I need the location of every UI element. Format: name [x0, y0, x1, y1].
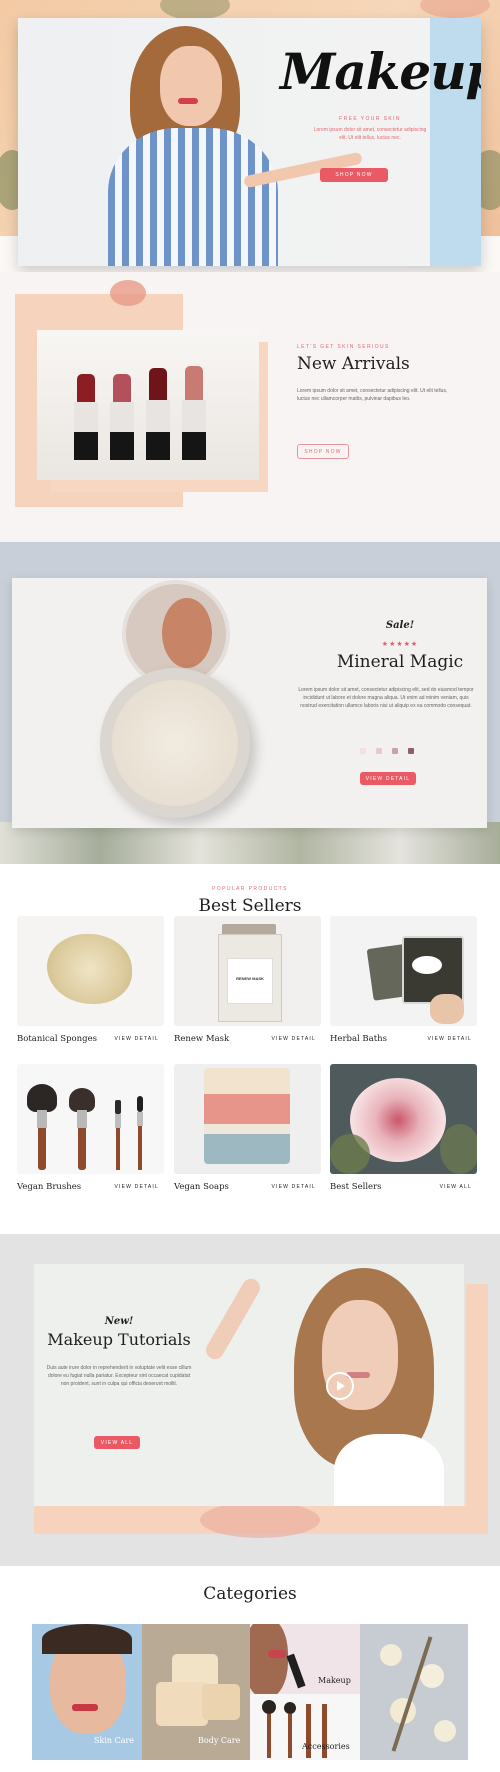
color-swatches: [360, 748, 414, 754]
view-detail-link[interactable]: VIEW DETAIL: [427, 1036, 472, 1042]
category-label: Makeup: [318, 1676, 351, 1685]
brushes-image: [17, 1064, 164, 1174]
star-rating: ★★★★★: [381, 641, 419, 648]
jar-label: RENEW MASK: [227, 958, 273, 1004]
mask-jar-image: RENEW MASK: [174, 916, 321, 1026]
mineral-floral-decoration: [0, 822, 500, 864]
mineral-card: Sale! ★★★★★ Mineral Magic Lorem ipsum do…: [12, 578, 487, 828]
view-detail-link[interactable]: VIEW DETAIL: [114, 1036, 159, 1042]
hero-section: Makeup FREE YOUR SKIN Lorem ipsum dolor …: [0, 0, 500, 272]
bestsellers-section: POPULAR PRODUCTS Best Sellers Botanical …: [0, 864, 500, 1234]
view-detail-link[interactable]: VIEW DETAIL: [114, 1184, 159, 1190]
category-tile-flowers[interactable]: [360, 1624, 468, 1760]
compact-image: [82, 578, 272, 828]
arrivals-shop-button[interactable]: SHOP NOW: [297, 444, 349, 459]
product-name: Vegan Brushes: [17, 1182, 82, 1192]
hero-shop-button[interactable]: SHOP NOW: [320, 168, 388, 182]
peony-image: [330, 1064, 477, 1174]
mineral-section: Sale! ★★★★★ Mineral Magic Lorem ipsum do…: [0, 542, 500, 864]
mineral-title: Mineral Magic: [336, 652, 464, 672]
product-name: Best Sellers: [330, 1182, 382, 1192]
lipstick-image: [37, 330, 259, 480]
category-label: Accessories: [302, 1742, 350, 1751]
category-label: Skin Care: [94, 1736, 135, 1745]
product-card-botanical-sponges[interactable]: Botanical Sponges VIEW DETAIL: [17, 916, 167, 1051]
swatch-4[interactable]: [408, 748, 414, 754]
category-tile-makeup[interactable]: Makeup: [250, 1624, 360, 1694]
tutorials-peach-side: [466, 1284, 488, 1506]
product-card-best-sellers[interactable]: Best Sellers VIEW ALL: [330, 1064, 480, 1199]
categories-section: Categories Skin Care Body Care Makeup Ac…: [0, 1566, 500, 1772]
bestsellers-eyebrow: POPULAR PRODUCTS: [212, 886, 288, 892]
product-card-vegan-brushes[interactable]: Vegan Brushes VIEW DETAIL: [17, 1064, 167, 1199]
product-card-herbal-baths[interactable]: Herbal Baths VIEW DETAIL: [330, 916, 480, 1051]
swatch-1[interactable]: [360, 748, 366, 754]
category-tile-body-care[interactable]: Body Care: [142, 1624, 250, 1760]
tutorials-card: New! Makeup Tutorials Duis aute irure do…: [34, 1264, 464, 1506]
swatch-3[interactable]: [392, 748, 398, 754]
view-detail-link[interactable]: VIEW DETAIL: [271, 1184, 316, 1190]
hero-card: Makeup FREE YOUR SKIN Lorem ipsum dolor …: [18, 18, 481, 266]
mineral-view-button[interactable]: VIEW DETAIL: [360, 772, 416, 785]
new-badge: New!: [104, 1316, 134, 1327]
product-name: Renew Mask: [174, 1034, 230, 1044]
play-icon: [337, 1381, 345, 1391]
hero-tagline: FREE YOUR SKIN: [339, 116, 401, 122]
sale-badge: Sale!: [385, 620, 415, 631]
sponge-image: [17, 916, 164, 1026]
mineral-body: Lorem ipsum dolor sit amet, consectetur …: [298, 687, 474, 709]
hero-body: Lorem ipsum dolor sit amet, consectetur …: [313, 127, 427, 141]
categories-title: Categories: [203, 1584, 297, 1604]
arrivals-flower-decoration: [110, 280, 146, 306]
product-name: Herbal Baths: [330, 1034, 388, 1044]
tutorials-section: New! Makeup Tutorials Duis aute irure do…: [0, 1234, 500, 1566]
soap-image: [174, 1064, 321, 1174]
tutorials-view-button[interactable]: VIEW ALL: [94, 1436, 140, 1449]
view-all-link[interactable]: VIEW ALL: [440, 1184, 472, 1190]
category-tile-skin-care[interactable]: Skin Care: [32, 1624, 142, 1760]
arrivals-title: New Arrivals: [297, 354, 410, 374]
swatch-2[interactable]: [376, 748, 382, 754]
category-tile-accessories[interactable]: Accessories: [250, 1694, 360, 1760]
play-button[interactable]: [326, 1372, 354, 1400]
tutorials-body: Duis aute irure dolor in reprehenderit i…: [46, 1365, 192, 1387]
arrivals-eyebrow: LET'S GET SKIN SERIOUS: [297, 344, 390, 350]
hero-title: Makeup: [280, 42, 481, 101]
tutorials-flower-decoration: [200, 1502, 320, 1538]
category-label: Body Care: [198, 1736, 241, 1745]
product-name: Vegan Soaps: [174, 1182, 229, 1192]
product-card-vegan-soaps[interactable]: Vegan Soaps VIEW DETAIL: [174, 1064, 324, 1199]
view-detail-link[interactable]: VIEW DETAIL: [271, 1036, 316, 1042]
tutorials-title: Makeup Tutorials: [47, 1330, 191, 1349]
arrivals-body: Lorem ipsum dolor sit amet, consectetur …: [297, 388, 448, 402]
product-card-renew-mask[interactable]: RENEW MASK Renew Mask VIEW DETAIL: [174, 916, 324, 1051]
bestsellers-title: Best Sellers: [198, 896, 302, 916]
herbal-bag-image: [330, 916, 477, 1026]
product-name: Botanical Sponges: [17, 1034, 97, 1044]
new-arrivals-section: LET'S GET SKIN SERIOUS New Arrivals Lore…: [0, 272, 500, 542]
categories-grid: Skin Care Body Care Makeup Accessories: [32, 1624, 468, 1760]
